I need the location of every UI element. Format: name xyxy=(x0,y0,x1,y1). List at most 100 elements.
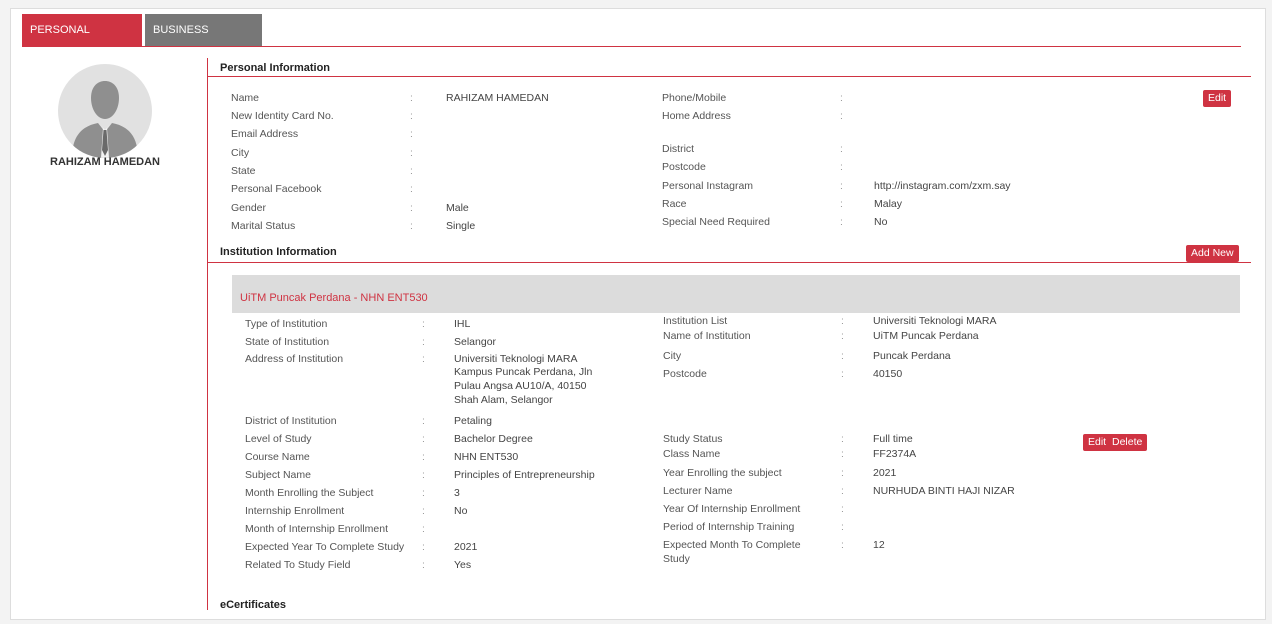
address-line: Shah Alam, Selangor xyxy=(454,394,553,406)
field-value: Puncak Perdana xyxy=(873,350,951,362)
field-label: Name of Institution xyxy=(663,330,751,342)
field-label: Internship Enrollment xyxy=(245,505,345,517)
field-label: Postcode xyxy=(662,161,706,173)
field-value: UiTM Puncak Perdana xyxy=(873,330,979,342)
field-label: Month Enrolling the Subject xyxy=(245,487,374,499)
field-value: Selangor xyxy=(454,336,497,348)
page-frame xyxy=(10,8,1266,620)
colon: : xyxy=(410,165,413,177)
field-label: Related To Study Field xyxy=(245,559,351,571)
field-label: City xyxy=(663,350,682,362)
field-label: Home Address xyxy=(662,110,731,122)
field-value: FF2374A xyxy=(873,448,917,460)
field-label: Period of Internship Training xyxy=(663,521,795,533)
tab-personal-profile[interactable]: PERSONAL PROFILE xyxy=(22,14,142,68)
colon: : xyxy=(840,161,843,173)
colon: : xyxy=(410,110,413,122)
field-label: Level of Study xyxy=(245,433,312,445)
colon: : xyxy=(422,487,425,499)
colon: : xyxy=(840,92,843,104)
field-value: Yes xyxy=(454,559,472,571)
colon: : xyxy=(841,448,844,460)
field-label: Year Enrolling the subject xyxy=(663,467,782,479)
profile-name: RAHIZAM HAMEDAN xyxy=(50,156,160,168)
ecertificates-heading: eCertificates xyxy=(220,599,287,611)
colon: : xyxy=(840,143,843,155)
personal-info-rule xyxy=(208,76,1251,77)
field-label: Study Status xyxy=(663,433,723,445)
colon: : xyxy=(841,521,844,533)
field-label: Month of Internship Enrollment xyxy=(245,523,388,535)
colon: : xyxy=(422,505,425,517)
institution-info-heading: Institution Information xyxy=(220,246,337,258)
colon: : xyxy=(410,220,413,232)
colon: : xyxy=(422,559,425,571)
tab-underline xyxy=(22,46,1241,47)
field-label: Address of Institution xyxy=(245,353,344,365)
field-label: Special Need Required xyxy=(662,216,770,228)
field-value: NHN ENT530 xyxy=(454,451,519,463)
colon: : xyxy=(422,415,425,427)
colon: : xyxy=(410,128,413,140)
personal-info-heading: Personal Information xyxy=(220,62,331,74)
field-label: Type of Institution xyxy=(245,318,328,330)
colon: : xyxy=(422,541,425,553)
add-new-institution-button[interactable]: Add New xyxy=(1186,245,1239,262)
field-label: District of Institution xyxy=(245,415,337,427)
field-value: Petaling xyxy=(454,415,492,427)
field-value: Universiti Teknologi MARA xyxy=(873,315,997,327)
field-value: 12 xyxy=(873,539,885,551)
field-value: Single xyxy=(446,220,476,232)
colon: : xyxy=(410,147,413,159)
colon: : xyxy=(841,467,844,479)
colon: : xyxy=(422,451,425,463)
field-label: Institution List xyxy=(663,315,728,327)
colon: : xyxy=(841,368,844,380)
tab-business-profile[interactable]: BUSINESS PROFILE xyxy=(145,14,262,68)
colon: : xyxy=(841,350,844,362)
field-value: NURHUDA BINTI HAJI NIZAR xyxy=(873,485,1015,497)
field-label: Lecturer Name xyxy=(663,485,733,497)
field-label: State xyxy=(231,165,256,177)
field-value: Male xyxy=(446,202,469,214)
colon: : xyxy=(422,318,425,330)
colon: : xyxy=(422,469,425,481)
field-label: Race xyxy=(662,198,687,210)
address-line: Kampus Puncak Perdana, Jln xyxy=(454,366,593,378)
field-label: Email Address xyxy=(231,128,299,140)
field-value: Malay xyxy=(874,198,903,210)
field-label: Subject Name xyxy=(245,469,311,481)
field-label: Phone/Mobile xyxy=(662,92,727,104)
address-line: Universiti Teknologi MARA xyxy=(454,353,578,365)
field-label: Class Name xyxy=(663,448,721,460)
field-value: No xyxy=(874,216,888,228)
delete-institution-button[interactable]: Delete xyxy=(1107,434,1148,451)
user-silhouette-icon xyxy=(72,81,138,158)
field-value: RAHIZAM HAMEDAN xyxy=(446,92,549,104)
field-value: 2021 xyxy=(454,541,478,553)
colon: : xyxy=(840,110,843,122)
colon: : xyxy=(410,92,413,104)
colon: : xyxy=(840,198,843,210)
colon: : xyxy=(422,523,425,535)
field-label: Personal Facebook xyxy=(231,183,322,195)
institution-card-title[interactable]: UiTM Puncak Perdana - NHN ENT530 xyxy=(240,292,428,304)
address-line: Pulau Angsa AU10/A, 40150 xyxy=(454,380,587,392)
colon: : xyxy=(841,485,844,497)
field-value[interactable]: http://instagram.com/zxm.say xyxy=(874,180,1011,192)
field-value: Principles of Entrepreneurship xyxy=(454,469,595,481)
field-value: 3 xyxy=(454,487,460,499)
field-label: District xyxy=(662,143,695,155)
field-label: Year Of Internship Enrollment xyxy=(663,503,801,515)
field-label: Expected Year To Complete Study xyxy=(245,541,405,553)
section-divider xyxy=(207,58,208,610)
colon: : xyxy=(841,330,844,342)
colon: : xyxy=(422,353,425,365)
edit-personal-button[interactable]: Edit xyxy=(1203,90,1232,107)
colon: : xyxy=(841,539,844,551)
field-value: Full time xyxy=(873,433,913,445)
colon: : xyxy=(410,183,413,195)
field-value: Bachelor Degree xyxy=(454,433,533,445)
field-label: Expected Month To Complete xyxy=(663,539,801,551)
colon: : xyxy=(841,503,844,515)
